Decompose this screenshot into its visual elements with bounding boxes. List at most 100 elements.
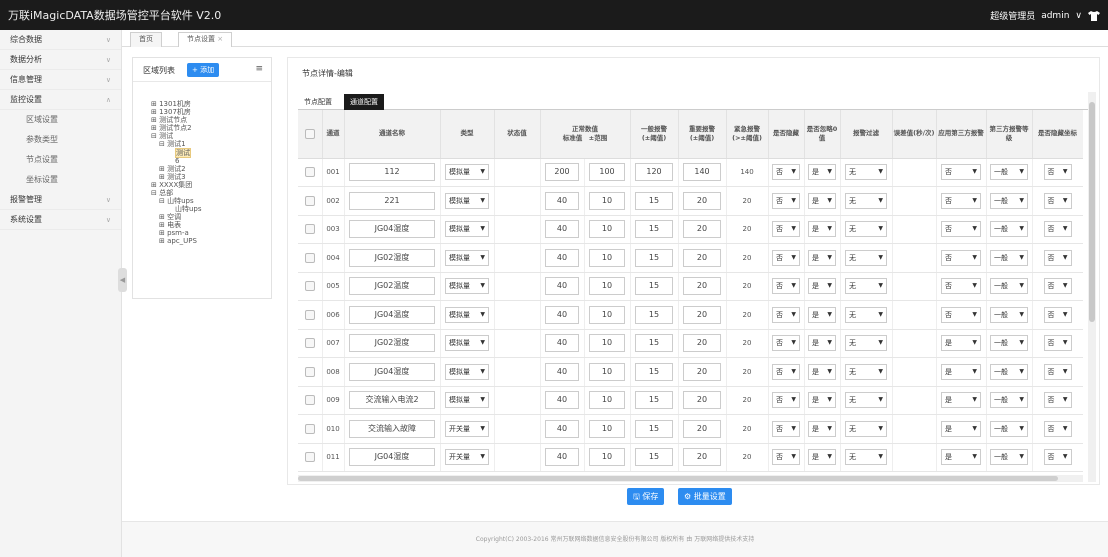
tree-node[interactable]: ⊞ 测试3	[159, 173, 186, 181]
alarm2-input[interactable]: 20	[683, 220, 722, 239]
range-input[interactable]: 10	[589, 362, 625, 381]
coord-select[interactable]: 否 ▼	[1043, 221, 1072, 238]
tab-channel-config[interactable]: 通道配置	[344, 94, 384, 110]
select-all-checkbox[interactable]	[298, 110, 323, 159]
level-select[interactable]: 一般 ▼	[990, 192, 1029, 209]
hidden-select[interactable]: 否 ▼	[772, 249, 801, 266]
type-select[interactable]: 模拟量 ▼	[445, 249, 489, 266]
alarm1-input[interactable]: 15	[635, 419, 674, 438]
nav-sub-node[interactable]: 节点设置	[0, 150, 121, 170]
std-input[interactable]: 40	[545, 248, 579, 267]
row-checkbox[interactable]	[298, 158, 323, 187]
coord-select[interactable]: 否 ▼	[1043, 363, 1072, 380]
row-checkbox[interactable]	[298, 215, 323, 244]
alarm2-input[interactable]: 20	[683, 419, 722, 438]
ignore0-select[interactable]: 是 ▼	[808, 278, 837, 295]
nav-item-info[interactable]: 信息管理 ∨	[0, 70, 121, 90]
alarm2-input[interactable]: 20	[683, 305, 722, 324]
filter-select[interactable]: 无 ▼	[845, 420, 888, 437]
hidden-select[interactable]: 否 ▼	[772, 420, 801, 437]
channel-name-input[interactable]: JG04湿度	[349, 448, 435, 467]
collapse-sidebar-icon[interactable]: ◀	[118, 268, 127, 292]
ignore0-select[interactable]: 是 ▼	[808, 192, 837, 209]
channel-name-input[interactable]: JG04湿度	[349, 362, 435, 381]
row-checkbox[interactable]	[298, 357, 323, 387]
range-input[interactable]: 10	[589, 277, 625, 296]
channel-name-input[interactable]: 交流输入电流2	[349, 391, 435, 410]
nav-item-alarm[interactable]: 报警管理 ∨	[0, 190, 121, 210]
alarm1-input[interactable]: 15	[635, 362, 674, 381]
alarm1-input[interactable]: 120	[635, 163, 674, 182]
level-select[interactable]: 一般 ▼	[990, 392, 1029, 409]
range-input[interactable]: 10	[589, 248, 625, 267]
ignore0-select[interactable]: 是 ▼	[808, 249, 837, 266]
filter-select[interactable]: 无 ▼	[845, 164, 888, 181]
hidden-select[interactable]: 否 ▼	[772, 278, 801, 295]
row-checkbox[interactable]	[298, 243, 323, 273]
tree-node[interactable]: ⊞ 测试2	[159, 165, 186, 173]
level-select[interactable]: 一般 ▼	[990, 278, 1029, 295]
alarm1-input[interactable]: 15	[635, 305, 674, 324]
tree-node[interactable]: ⊞ psm-a	[159, 229, 189, 237]
range-input[interactable]: 10	[589, 419, 625, 438]
user-menu[interactable]: 超级管理员 admin ∨	[990, 9, 1100, 22]
nav-item-overview[interactable]: 综合数据 ∨	[0, 30, 121, 50]
tree-node[interactable]: ⊟ 测试	[151, 132, 173, 140]
alarm1-input[interactable]: 15	[635, 448, 674, 467]
row-checkbox[interactable]	[298, 329, 323, 358]
channel-name-input[interactable]: JG04湿度	[349, 220, 435, 239]
hidden-select[interactable]: 否 ▼	[772, 335, 801, 352]
channel-name-input[interactable]: JG02温度	[349, 277, 435, 296]
tab-home[interactable]: 首页	[130, 32, 162, 47]
ignore0-select[interactable]: 是 ▼	[808, 335, 837, 352]
coord-select[interactable]: 否 ▼	[1043, 192, 1072, 209]
alarm2-input[interactable]: 20	[683, 334, 722, 353]
tree-node[interactable]: ⊞ 测试节点2	[151, 124, 192, 132]
channel-name-input[interactable]: 221	[349, 191, 435, 210]
range-input[interactable]: 10	[589, 191, 625, 210]
std-input[interactable]: 40	[545, 334, 579, 353]
hidden-select[interactable]: 否 ▼	[772, 392, 801, 409]
ignore0-select[interactable]: 是 ▼	[808, 363, 837, 380]
std-input[interactable]: 40	[545, 419, 579, 438]
coord-select[interactable]: 否 ▼	[1043, 278, 1072, 295]
std-input[interactable]: 40	[545, 305, 579, 324]
level-select[interactable]: 一般 ▼	[990, 420, 1029, 437]
filter-select[interactable]: 无 ▼	[845, 192, 888, 209]
type-select[interactable]: 开关量 ▼	[445, 449, 489, 466]
hidden-select[interactable]: 否 ▼	[772, 192, 801, 209]
channel-name-input[interactable]: 112	[349, 163, 435, 182]
alarm2-input[interactable]: 20	[683, 191, 722, 210]
std-input[interactable]: 40	[545, 448, 579, 467]
hidden-select[interactable]: 否 ▼	[772, 164, 801, 181]
range-input[interactable]: 10	[589, 448, 625, 467]
tree-node[interactable]: ⊞ XXXX集团	[151, 181, 192, 189]
add-area-button[interactable]: + 添加	[187, 63, 220, 77]
type-select[interactable]: 模拟量 ▼	[445, 278, 489, 295]
filter-select[interactable]: 无 ▼	[845, 306, 888, 323]
std-input[interactable]: 40	[545, 391, 579, 410]
filter-select[interactable]: 无 ▼	[845, 335, 888, 352]
coord-select[interactable]: 否 ▼	[1043, 449, 1072, 466]
level-select[interactable]: 一般 ▼	[990, 221, 1029, 238]
ignore0-select[interactable]: 是 ▼	[808, 449, 837, 466]
tab-node-settings[interactable]: 节点设置 ×	[178, 32, 233, 47]
std-input[interactable]: 40	[545, 277, 579, 296]
tree-node[interactable]: ⊞ 空调	[159, 213, 181, 221]
coord-select[interactable]: 否 ▼	[1043, 306, 1072, 323]
alarm1-input[interactable]: 15	[635, 391, 674, 410]
nav-sub-area[interactable]: 区域设置	[0, 110, 121, 130]
coord-select[interactable]: 否 ▼	[1043, 392, 1072, 409]
third-party-select[interactable]: 否 ▼	[941, 164, 982, 181]
tree-node[interactable]: 6	[175, 157, 179, 165]
row-checkbox[interactable]	[298, 443, 323, 472]
third-party-select[interactable]: 否 ▼	[941, 249, 982, 266]
alarm1-input[interactable]: 15	[635, 334, 674, 353]
type-select[interactable]: 模拟量 ▼	[445, 164, 489, 181]
hidden-select[interactable]: 否 ▼	[772, 221, 801, 238]
coord-select[interactable]: 否 ▼	[1043, 164, 1072, 181]
channel-name-input[interactable]: JG02湿度	[349, 248, 435, 267]
third-party-select[interactable]: 是 ▼	[941, 363, 982, 380]
shirt-icon[interactable]	[1088, 10, 1100, 21]
alarm2-input[interactable]: 20	[683, 248, 722, 267]
